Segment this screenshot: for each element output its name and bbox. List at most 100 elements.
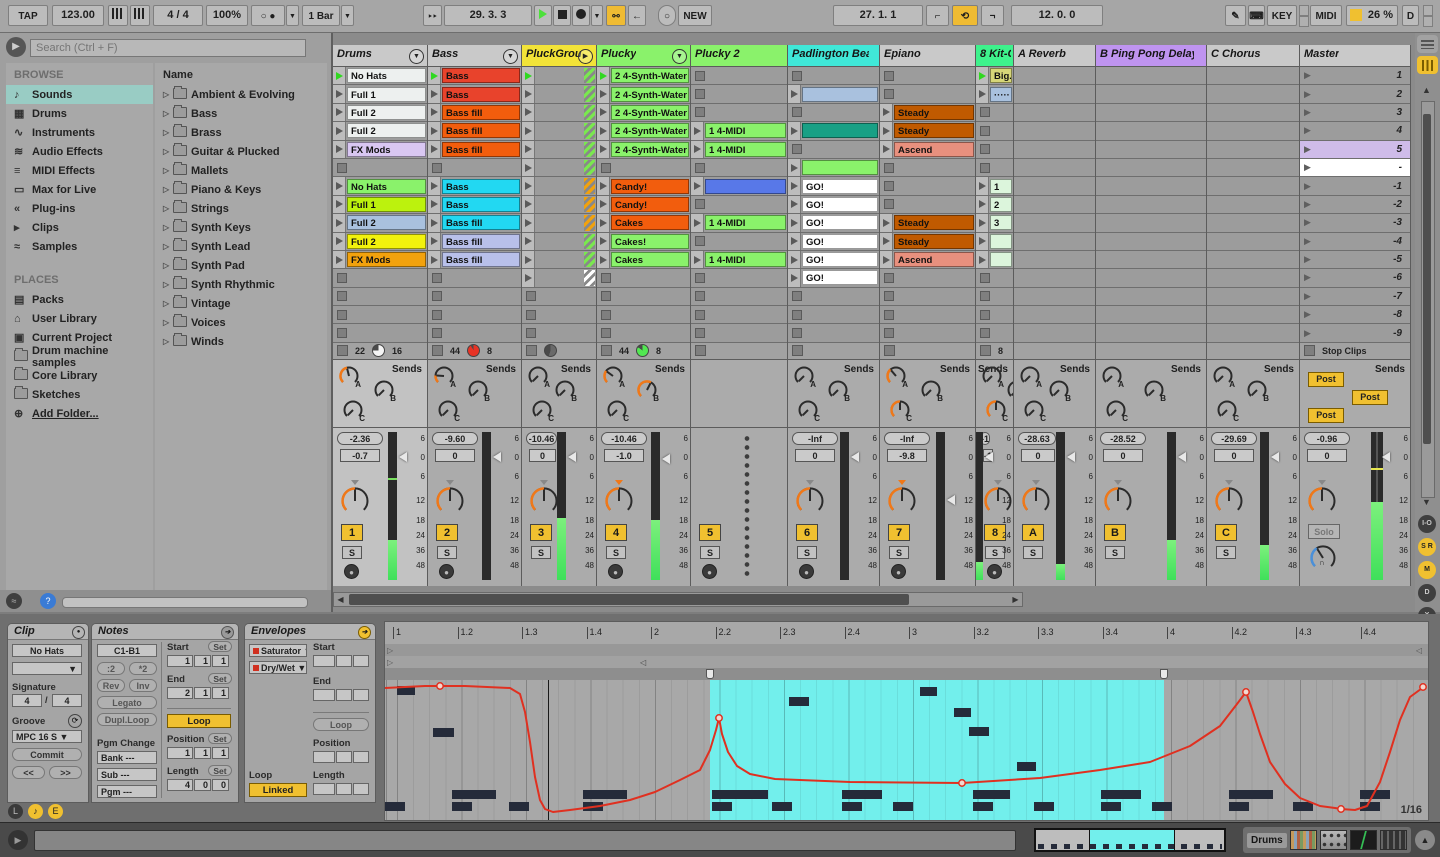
env-length-fields[interactable]: [313, 783, 369, 795]
clip-slot[interactable]: 1 4-MIDI: [691, 122, 787, 140]
group-slot[interactable]: [522, 85, 596, 103]
midi-note[interactable]: [1229, 802, 1249, 811]
track-activator-button[interactable]: A: [1022, 524, 1044, 541]
clip-launch-button[interactable]: [788, 233, 801, 250]
scroll-up-icon[interactable]: ▲: [1422, 85, 1431, 95]
group-launch-button[interactable]: [522, 177, 535, 194]
clip-launch-button[interactable]: [333, 233, 346, 250]
sidebar-item-plug-ins[interactable]: «Plug-ins: [6, 199, 153, 218]
scene-launch-button[interactable]: ▶: [1300, 217, 1318, 228]
clip-stop-square[interactable]: [337, 163, 347, 173]
envelope-control-selector[interactable]: Dry/Wet ▼: [249, 661, 307, 674]
clip-slot[interactable]: FX Mods: [333, 141, 427, 159]
scroll-down-icon[interactable]: ▼: [1422, 497, 1431, 507]
clip-launch-button[interactable]: [976, 233, 989, 250]
clip-slot[interactable]: [976, 251, 1013, 269]
volume-value-field[interactable]: 0: [529, 449, 556, 462]
info-icon[interactable]: ?: [40, 593, 56, 609]
clip-launch-button[interactable]: [880, 214, 893, 231]
post-toggle-button[interactable]: Post: [1352, 390, 1388, 405]
solo-button[interactable]: S: [797, 546, 817, 559]
scene-launch-button[interactable]: ▶: [1300, 125, 1318, 136]
send-knob-a[interactable]: A: [1019, 365, 1041, 387]
clip-stop-square[interactable]: [884, 89, 894, 99]
peak-level-display[interactable]: -9.60: [432, 432, 478, 445]
clip-launch-button[interactable]: [333, 67, 346, 84]
note-range-field[interactable]: C1-B1: [97, 644, 157, 657]
empty-clip-slot[interactable]: [880, 306, 975, 324]
clip-stop-square[interactable]: [526, 310, 536, 320]
clip-launch-button[interactable]: [976, 196, 989, 213]
clip-launch-button[interactable]: [691, 251, 704, 268]
clip-launch-button[interactable]: [880, 122, 893, 139]
scene-slot[interactable]: ▶-3: [1300, 214, 1410, 232]
clip-slot[interactable]: Full 2: [333, 233, 427, 251]
clip-slot[interactable]: Bass fill: [428, 122, 521, 140]
clip-launch-button[interactable]: [333, 177, 346, 194]
quantization-menu[interactable]: 1 Bar: [302, 5, 340, 26]
empty-clip-slot[interactable]: [691, 288, 787, 306]
double-time-button[interactable]: *2: [129, 662, 157, 675]
clip-stop-square[interactable]: [884, 199, 894, 209]
send-knob-b[interactable]: B: [554, 379, 576, 401]
peak-level-display[interactable]: -28.52: [1100, 432, 1146, 445]
clip-launch-button[interactable]: [597, 177, 610, 194]
empty-clip-slot[interactable]: [880, 85, 975, 103]
beat-time-ruler[interactable]: 11.21.31.422.22.32.433.23.33.444.24.34.4: [385, 622, 1428, 645]
clip-slot[interactable]: 2 4-Synth-Water: [597, 104, 690, 122]
clip-slot[interactable]: Bass fill: [428, 214, 521, 232]
clip-slot[interactable]: 2: [976, 196, 1013, 214]
nudge-up-button[interactable]: [130, 5, 150, 26]
commit-button[interactable]: Commit: [12, 748, 82, 761]
scene-slot[interactable]: ▶-5: [1300, 251, 1410, 269]
pan-knob[interactable]: [529, 486, 559, 521]
empty-clip-slot[interactable]: [597, 306, 690, 324]
preview-toggle-icon[interactable]: ≈: [6, 593, 22, 609]
clip-launch-button[interactable]: [333, 196, 346, 213]
show-hide-detail-icon[interactable]: ▲: [1415, 830, 1435, 850]
clip-launch-button[interactable]: [428, 67, 441, 84]
clip-name-field[interactable]: No Hats: [12, 644, 82, 657]
scene-slot[interactable]: ▶2: [1300, 85, 1410, 103]
scene-launch-button[interactable]: ▶: [1300, 181, 1318, 192]
clip-slot[interactable]: Bass: [428, 196, 521, 214]
midi-note[interactable]: [1360, 790, 1390, 799]
invert-button[interactable]: Inv: [129, 679, 157, 692]
empty-clip-slot[interactable]: [788, 306, 879, 324]
clip-slot[interactable]: Bass fill: [428, 141, 521, 159]
volume-fader-handle[interactable]: [568, 452, 576, 462]
track-stop-all-button[interactable]: [792, 345, 803, 356]
clip-stop-square[interactable]: [884, 310, 894, 320]
clip-slot[interactable]: [788, 159, 879, 177]
fold-arrow-icon[interactable]: ▷: [387, 658, 393, 667]
peak-level-display[interactable]: -28.63: [1018, 432, 1056, 445]
clip-slot[interactable]: Candy!: [597, 177, 690, 195]
clip-notes-tab[interactable]: ♪: [28, 804, 43, 819]
clip-slot[interactable]: 1 4-MIDI: [691, 214, 787, 232]
scene-launch-button[interactable]: ▶: [1300, 162, 1318, 173]
send-knob-c[interactable]: C: [606, 399, 628, 421]
pan-knob[interactable]: [1103, 486, 1133, 521]
clip-slot[interactable]: Cakes: [597, 251, 690, 269]
clip-launch-button[interactable]: [880, 233, 893, 250]
pan-knob[interactable]: [887, 486, 917, 521]
clip-envelopes-tab[interactable]: E: [48, 804, 63, 819]
group-launch-button[interactable]: [522, 104, 535, 121]
clip-launch-button[interactable]: [691, 177, 704, 194]
env-position-fields[interactable]: [313, 751, 369, 763]
clip-stop-square[interactable]: [695, 310, 705, 320]
expand-arrow-icon[interactable]: ▷: [163, 299, 173, 308]
clip-slot[interactable]: GO!: [788, 233, 879, 251]
group-launch-button[interactable]: [522, 269, 535, 286]
folder-item-guitar-plucked[interactable]: ▷Guitar & Plucked: [155, 142, 327, 161]
track-header-pluckgrou[interactable]: PluckGrou▶: [522, 45, 596, 67]
send-knob-c[interactable]: C: [342, 399, 364, 421]
empty-clip-slot[interactable]: [522, 306, 596, 324]
clip-stop-square[interactable]: [601, 273, 611, 283]
group-slot[interactable]: [522, 67, 596, 85]
midi-note[interactable]: [842, 790, 882, 799]
send-knob-a[interactable]: A: [793, 365, 815, 387]
scene-launch-button[interactable]: ▶: [1300, 272, 1318, 283]
expand-arrow-icon[interactable]: ▷: [163, 280, 173, 289]
clip-slot[interactable]: GO!: [788, 214, 879, 232]
